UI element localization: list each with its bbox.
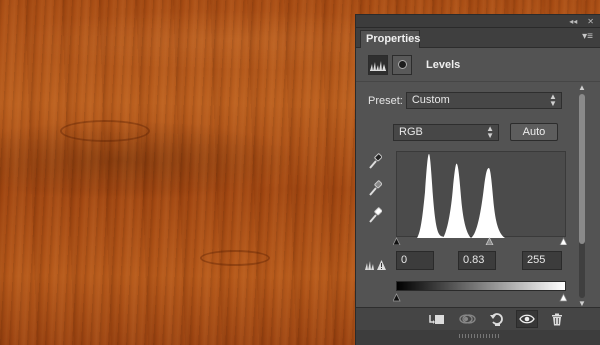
levels-adjustment-icon[interactable] xyxy=(368,54,388,75)
close-icon[interactable]: ✕ xyxy=(587,17,594,26)
output-levels-gradient xyxy=(396,281,566,291)
panel-scrollbar[interactable]: ▲ ▼ xyxy=(577,84,587,309)
gamma-slider-handle[interactable] xyxy=(485,237,494,245)
eyedropper-group xyxy=(368,153,382,224)
properties-panel: ◂◂ ✕ Properties ▾≡ Levels Preset: Custom… xyxy=(355,14,600,345)
select-arrows-icon: ▲ ▼ xyxy=(548,92,557,108)
panel-menu-icon[interactable]: ▾≡ xyxy=(582,31,593,43)
black-point-slider-handle[interactable] xyxy=(393,237,401,245)
adjustment-title: Levels xyxy=(426,58,461,71)
scroll-up-arrow-icon[interactable]: ▲ xyxy=(577,84,587,92)
visibility-eye-icon[interactable] xyxy=(516,310,538,328)
panel-resize-grip[interactable] xyxy=(356,330,600,345)
preset-row: Preset: Custom ▲ ▼ xyxy=(368,92,562,109)
select-arrows-icon: ▲ ▼ xyxy=(486,124,494,140)
output-black-slider-handle[interactable] xyxy=(393,293,401,302)
wood-knot xyxy=(200,250,270,266)
input-levels-slider[interactable] xyxy=(393,237,567,245)
wood-knot xyxy=(60,120,150,142)
reset-icon[interactable] xyxy=(486,310,508,328)
tab-properties[interactable]: Properties xyxy=(360,30,420,48)
histogram xyxy=(396,151,566,238)
white-point-eyedropper-icon[interactable] xyxy=(368,207,382,224)
black-point-eyedropper-icon[interactable] xyxy=(368,153,382,170)
clip-to-layer-icon[interactable] xyxy=(426,310,448,328)
output-levels-slider[interactable] xyxy=(393,292,567,302)
channel-select[interactable]: RGB ▲ ▼ xyxy=(393,124,499,141)
trash-icon[interactable] xyxy=(546,310,568,328)
gray-point-eyedropper-icon[interactable] xyxy=(368,180,382,197)
tab-bar: Properties ▾≡ xyxy=(356,28,600,48)
clipping-warning-icon[interactable] xyxy=(364,257,386,271)
preset-select[interactable]: Custom ▲ ▼ xyxy=(405,92,562,109)
adjustment-header: Levels xyxy=(356,48,600,82)
view-previous-state-icon[interactable] xyxy=(456,310,478,328)
panel-bottom-toolbar xyxy=(356,307,600,330)
auto-button[interactable]: Auto xyxy=(510,123,558,141)
white-point-slider-handle[interactable] xyxy=(559,237,567,245)
scroll-thumb[interactable] xyxy=(579,94,585,244)
preset-label: Preset: xyxy=(368,94,403,107)
histogram-graph xyxy=(417,154,505,238)
collapse-icon[interactable]: ◂◂ xyxy=(569,17,577,26)
black-input-field[interactable]: 0 xyxy=(396,251,434,270)
output-white-slider-handle[interactable] xyxy=(559,293,567,302)
scroll-track[interactable] xyxy=(579,94,585,298)
gamma-input-field[interactable]: 0.83 xyxy=(458,251,496,270)
layer-mask-icon[interactable] xyxy=(392,54,412,75)
panel-topbar: ◂◂ ✕ xyxy=(356,15,600,28)
white-input-field[interactable]: 255 xyxy=(522,251,562,270)
